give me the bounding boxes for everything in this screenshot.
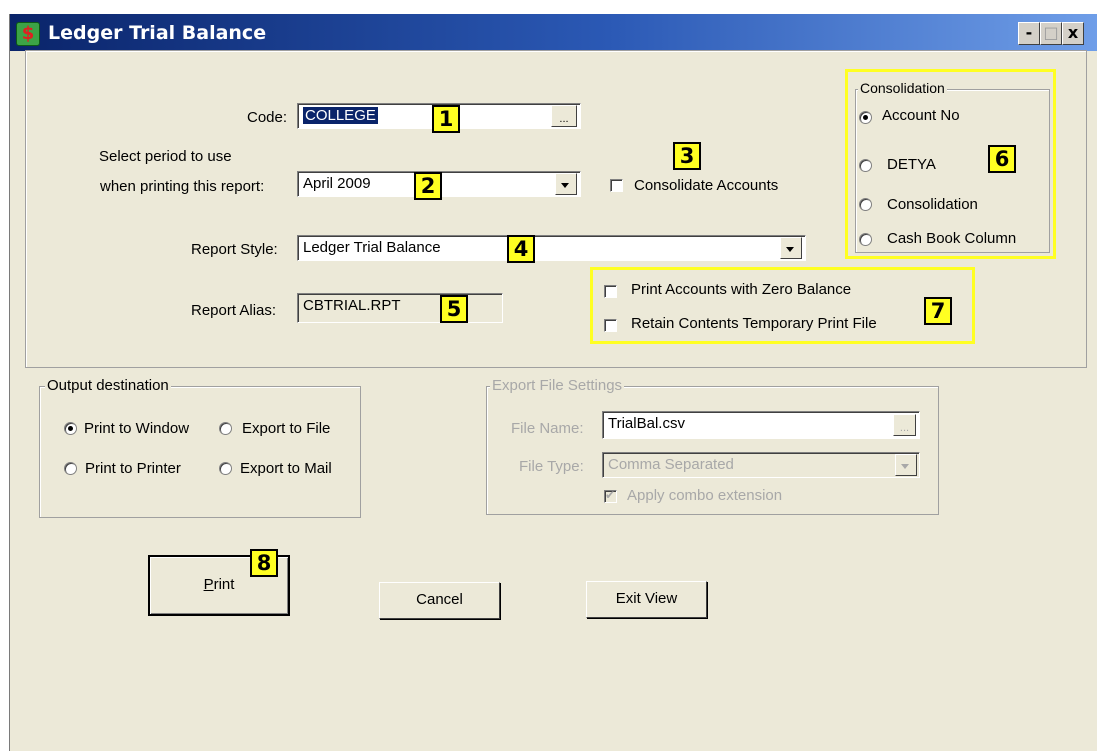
badge-2: 2 <box>414 172 442 200</box>
file-name-value: TrialBal.csv <box>608 415 685 432</box>
output-option-export-to-file[interactable]: Export to File <box>242 420 330 437</box>
retain-print-file-checkbox[interactable] <box>604 319 617 332</box>
consolidation-option-cash-book-column[interactable]: Cash Book Column <box>887 230 1016 247</box>
file-name-label: File Name: <box>511 420 584 437</box>
file-name-browse-button[interactable]: ... <box>893 414 916 436</box>
badge-1: 1 <box>432 105 460 133</box>
cancel-button[interactable]: Cancel <box>379 582 500 619</box>
consolidation-radio-detya[interactable] <box>859 159 872 172</box>
output-option-print-to-printer[interactable]: Print to Printer <box>85 460 181 477</box>
top-margin <box>0 0 1097 14</box>
badge-5: 5 <box>440 295 468 323</box>
report-alias-field: CBTRIAL.RPT <box>297 293 503 323</box>
retain-print-file-label[interactable]: Retain Contents Temporary Print File <box>631 315 877 332</box>
badge-8: 8 <box>250 549 278 577</box>
zero-balance-checkbox[interactable] <box>604 285 617 298</box>
badge-3: 3 <box>673 142 701 170</box>
title-bar[interactable]: $ Ledger Trial Balance - □ x <box>10 14 1097 51</box>
maximize-button[interactable]: □ <box>1040 22 1062 45</box>
consolidate-accounts-checkbox[interactable] <box>610 179 623 192</box>
output-option-print-to-window[interactable]: Print to Window <box>84 420 189 437</box>
file-type-label: File Type: <box>519 458 584 475</box>
output-destination-legend: Output destination <box>45 377 171 394</box>
zero-balance-label[interactable]: Print Accounts with Zero Balance <box>631 281 851 298</box>
print-options-highlight <box>590 267 975 344</box>
file-type-select[interactable]: Comma Separated <box>602 452 920 478</box>
output-option-export-to-mail[interactable]: Export to Mail <box>240 460 332 477</box>
consolidation-radio-account-no[interactable] <box>859 111 872 124</box>
minimize-button[interactable]: - <box>1018 22 1040 45</box>
report-style-select[interactable]: Ledger Trial Balance <box>297 235 806 261</box>
close-button[interactable]: x <box>1062 22 1084 45</box>
period-value: April 2009 <box>303 175 371 192</box>
print-button-mnemonic: P <box>203 576 214 593</box>
output-radio-export-to-mail[interactable] <box>219 462 232 475</box>
consolidation-radio-consolidation[interactable] <box>859 198 872 211</box>
report-style-label: Report Style: <box>191 241 278 258</box>
badge-7: 7 <box>924 297 952 325</box>
ledger-trial-balance-window: $ Ledger Trial Balance - □ x Code: COLLE… <box>9 14 1097 751</box>
badge-4: 4 <box>507 235 535 263</box>
window-title: Ledger Trial Balance <box>48 22 267 44</box>
report-style-value: Ledger Trial Balance <box>303 239 441 256</box>
apply-combo-checkbox[interactable] <box>604 488 617 503</box>
print-button-label: rint <box>213 576 235 593</box>
consolidate-accounts-label[interactable]: Consolidate Accounts <box>634 177 778 194</box>
output-radio-export-to-file[interactable] <box>219 422 232 435</box>
consolidation-legend: Consolidation <box>858 80 947 96</box>
report-alias-label: Report Alias: <box>191 302 277 319</box>
code-browse-button[interactable]: ... <box>551 105 577 127</box>
report-alias-value: CBTRIAL.RPT <box>303 297 401 314</box>
output-destination-group <box>39 386 361 518</box>
dollar-sign-icon[interactable]: $ <box>16 22 40 46</box>
output-radio-print-to-printer[interactable] <box>64 462 77 475</box>
badge-6: 6 <box>988 145 1016 173</box>
code-value: COLLEGE <box>303 107 378 124</box>
export-settings-legend: Export File Settings <box>490 377 625 394</box>
consolidation-radio-cash-book-column[interactable] <box>859 233 872 246</box>
exit-view-button[interactable]: Exit View <box>586 581 707 618</box>
file-type-value: Comma Separated <box>608 456 734 473</box>
apply-combo-label[interactable]: Apply combo extension <box>627 487 782 504</box>
consolidation-option-detya[interactable]: DETYA <box>887 156 936 173</box>
code-label: Code: <box>247 109 288 126</box>
consolidation-option-consolidation[interactable]: Consolidation <box>887 196 978 213</box>
period-label-line1: Select period to use <box>99 148 232 165</box>
report-style-dropdown-button[interactable] <box>780 237 802 259</box>
file-type-dropdown-button[interactable] <box>895 454 917 476</box>
consolidation-option-account-no[interactable]: Account No <box>882 107 960 124</box>
file-name-field[interactable]: TrialBal.csv <box>602 411 920 439</box>
period-dropdown-button[interactable] <box>555 173 577 195</box>
output-radio-print-to-window[interactable] <box>64 422 77 435</box>
period-label-line2: when printing this report: <box>100 178 265 195</box>
